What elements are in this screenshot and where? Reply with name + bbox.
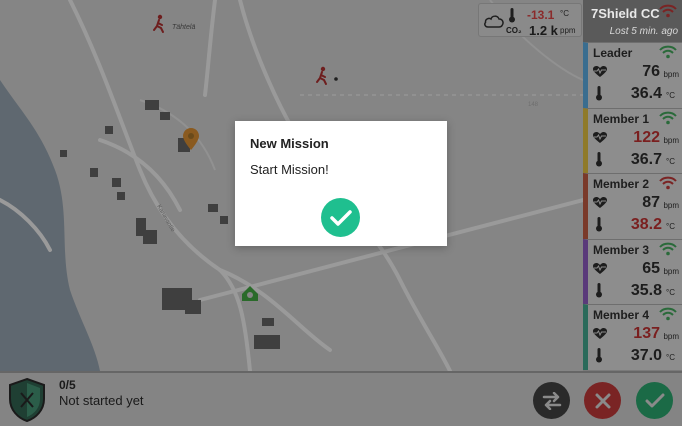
team-member-card[interactable]: Member 1 122 bpm 36.7 °C	[583, 107, 682, 173]
body-temperature-unit: °C	[666, 287, 675, 297]
heart-rate-icon	[593, 262, 607, 274]
dialog-title: New Mission	[250, 136, 329, 151]
dialog-message: Start Mission!	[250, 162, 329, 177]
thermometer-icon	[596, 348, 602, 363]
team-status: Lost 5 min. ago	[609, 26, 678, 37]
wifi-signal-icon	[659, 45, 677, 59]
heart-rate-value: 122	[633, 128, 660, 146]
road-code-label: 148	[528, 102, 539, 108]
team-header[interactable]: 7Shield CC Lost 5 min. ago	[583, 0, 682, 42]
member-name: Member 3	[593, 242, 650, 257]
team-member-card[interactable]: Leader 76 bpm 36.4 °C	[583, 42, 682, 108]
heart-rate-value: 137	[633, 325, 660, 342]
team-member-card[interactable]: Member 4 137 bpm 37.0 °C	[583, 304, 682, 370]
wifi-signal-icon	[659, 307, 677, 321]
thermometer-icon	[509, 8, 515, 23]
heart-rate-unit: bpm	[663, 332, 679, 341]
close-icon	[595, 393, 610, 408]
weather-box: -13.1 °C CO₂ 1.2 k ppm	[478, 3, 582, 38]
temperature-unit: °C	[560, 9, 569, 18]
team-member-card[interactable]: Member 2 87 bpm 38.2 °C	[583, 173, 682, 239]
member-name: Member 4	[593, 308, 650, 322]
body-temperature-value: 38.2	[630, 216, 662, 233]
thermometer-icon	[596, 282, 602, 297]
mission-status: Not started yet	[59, 393, 144, 408]
heart-rate-icon	[593, 197, 607, 208]
wifi-signal-icon	[659, 176, 677, 190]
member-name: Leader	[593, 46, 633, 60]
thermometer-icon	[596, 151, 602, 166]
dialog-ok-button[interactable]	[321, 198, 360, 237]
heart-rate-icon	[593, 131, 607, 143]
heart-rate-unit: bpm	[663, 135, 679, 145]
body-temperature-value: 35.8	[630, 281, 662, 299]
heart-rate-unit: bpm	[663, 266, 679, 276]
shield-icon	[9, 377, 45, 423]
swap-button[interactable]	[533, 382, 570, 419]
cloud-icon	[484, 15, 504, 28]
body-temperature-value: 36.7	[630, 150, 662, 168]
thermometer-icon	[596, 217, 602, 232]
heart-rate-value: 87	[642, 194, 660, 211]
confirm-button[interactable]	[636, 382, 673, 419]
place-label: Tähtelä	[172, 24, 195, 31]
body-temperature-unit: °C	[666, 222, 675, 231]
member-name: Member 2	[593, 177, 650, 191]
swap-icon	[542, 391, 561, 410]
team-member-card[interactable]: Member 3 65 bpm 35.8 °C	[583, 238, 682, 304]
heart-rate-icon	[593, 66, 607, 77]
heart-rate-icon	[593, 328, 607, 339]
wifi-signal-icon	[659, 4, 677, 18]
new-mission-dialog: New Mission Start Mission!	[235, 121, 447, 246]
body-temperature-unit: °C	[666, 91, 675, 100]
body-temperature-value: 37.0	[630, 347, 662, 364]
co2-label: CO₂	[506, 26, 522, 35]
body-temperature-value: 36.4	[630, 85, 662, 102]
check-icon	[329, 209, 352, 226]
heart-rate-value: 76	[642, 63, 660, 80]
outdoor-temperature: -13.1	[527, 8, 555, 22]
wifi-signal-icon	[659, 111, 677, 124]
member-name: Member 1	[593, 111, 650, 126]
wifi-signal-icon	[659, 242, 677, 255]
co2-unit: ppm	[560, 26, 576, 35]
body-temperature-unit: °C	[666, 156, 675, 166]
check-icon	[645, 393, 664, 407]
bottom-bar: 0/5 Not started yet	[0, 371, 682, 426]
heart-rate-value: 65	[642, 259, 660, 277]
mission-progress: 0/5	[59, 378, 76, 392]
body-temperature-unit: °C	[666, 353, 675, 362]
team-name: 7Shield CC	[591, 6, 660, 21]
cancel-button[interactable]	[584, 382, 621, 419]
heart-rate-unit: bpm	[663, 70, 679, 79]
team-panel: 7Shield CC Lost 5 min. ago Leader 76 bpm 36…	[583, 0, 682, 371]
heart-rate-unit: bpm	[663, 201, 679, 210]
thermometer-icon	[596, 86, 602, 101]
co2-value: 1.2 k	[529, 23, 558, 38]
